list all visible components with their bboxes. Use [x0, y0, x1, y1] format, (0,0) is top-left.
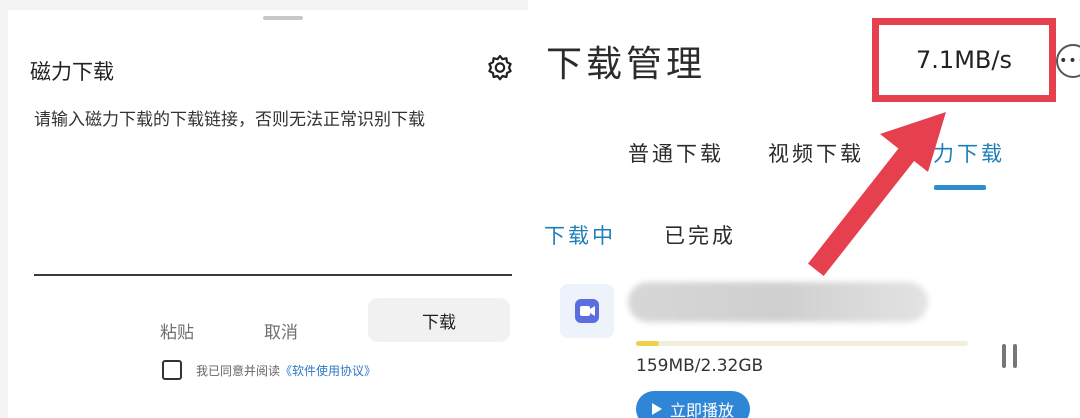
pause-icon[interactable]: [998, 344, 1022, 368]
dialog-title: 磁力下载: [30, 60, 114, 84]
agreement-row: 我已同意并阅读 《软件使用协议》: [162, 360, 376, 380]
tab-magnet-download[interactable]: 力下载: [933, 138, 1005, 168]
settings-gear-icon[interactable]: [484, 52, 516, 84]
agreement-link[interactable]: 《软件使用协议》: [280, 362, 376, 379]
magnet-download-dialog: 磁力下载 请输入磁力下载的下载链接，否则无法正常识别下载 粘贴 取消 下载 我已…: [8, 10, 528, 418]
play-now-button[interactable]: 立即播放: [636, 391, 750, 418]
subtab-downloading[interactable]: 下载中: [544, 220, 616, 250]
speed-highlight-box: 7.1MB/s: [872, 18, 1056, 102]
blurred-file-name: [628, 282, 928, 322]
video-file-icon: [575, 299, 599, 323]
cancel-button[interactable]: 取消: [258, 310, 304, 351]
tab-video-download[interactable]: 视频下载: [768, 138, 864, 168]
download-manager-panel: 下载管理 7.1MB/s ••• 普通下载 视频下载 力下载 下载中 已完成 1…: [528, 0, 1080, 418]
download-speed: 7.1MB/s: [916, 46, 1012, 74]
play-icon: [651, 403, 662, 415]
download-size-text: 159MB/2.32GB: [636, 356, 764, 376]
agreement-checkbox[interactable]: [162, 360, 182, 380]
drag-handle[interactable]: [263, 16, 303, 20]
download-button[interactable]: 下载: [368, 298, 510, 342]
page-title: 下载管理: [546, 44, 707, 85]
paste-button[interactable]: 粘贴: [154, 310, 200, 351]
play-now-label: 立即播放: [669, 401, 734, 418]
tab-normal-download[interactable]: 普通下载: [628, 138, 724, 168]
magnet-link-hint: 请输入磁力下载的下载链接，否则无法正常识别下载: [34, 110, 425, 130]
more-options-icon[interactable]: •••: [1056, 44, 1080, 78]
subtab-completed[interactable]: 已完成: [664, 220, 736, 250]
app-screen: 磁力下载 请输入磁力下载的下载链接，否则无法正常识别下载 粘贴 取消 下载 我已…: [0, 0, 1080, 418]
active-tab-indicator: [934, 185, 986, 190]
download-progress-fill: [636, 341, 660, 346]
download-progress-bar: [636, 341, 968, 346]
magnet-link-input-underline[interactable]: [34, 274, 512, 276]
agreement-text: 我已同意并阅读: [196, 363, 281, 378]
download-item-icon-box: [560, 284, 614, 338]
